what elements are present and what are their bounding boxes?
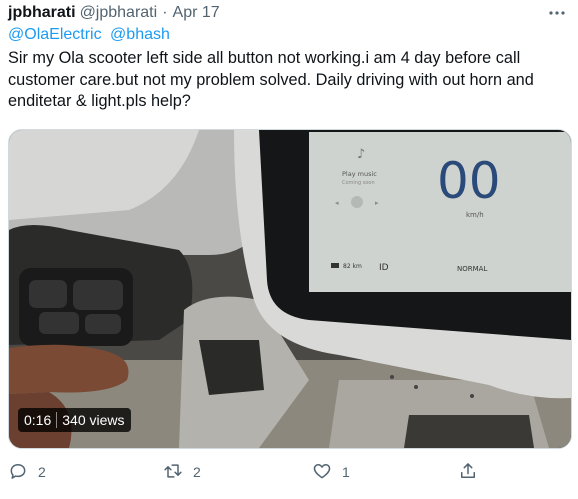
badge-divider (56, 412, 58, 428)
video-views: 340 views (62, 412, 125, 428)
video-frame: ♪ Play music Coming soon ◂ ▸ 00 km/h 82 … (9, 130, 571, 448)
range-readout: 82 km (343, 263, 362, 270)
more-icon[interactable] (546, 2, 568, 24)
like-button[interactable]: 1 (312, 458, 350, 486)
header-separator: · (162, 4, 168, 21)
like-icon (312, 461, 332, 484)
retweet-count: 2 (193, 464, 201, 480)
speed-unit: km/h (466, 211, 484, 219)
mention-link[interactable]: @OlaElectric (8, 26, 102, 43)
share-icon (458, 461, 478, 484)
tweet-date[interactable]: Apr 17 (173, 4, 220, 22)
music-sublabel: Coming soon (342, 180, 375, 186)
share-button[interactable] (458, 458, 478, 486)
like-count: 1 (342, 464, 350, 480)
drive-mode: NORMAL (457, 265, 487, 273)
svg-text:ID: ID (379, 263, 389, 273)
video-duration: 0:16 (24, 412, 52, 428)
svg-text:▸: ▸ (375, 200, 379, 207)
author-name[interactable]: jpbharati (8, 4, 76, 22)
speed-readout: 00 (437, 152, 501, 210)
retweet-icon (163, 461, 183, 484)
author-handle[interactable]: @jpbharati (80, 4, 158, 22)
mentions: @OlaElectric @bhash (8, 26, 174, 44)
mention-link[interactable]: @bhash (110, 26, 170, 43)
tweet-text: Sir my Ola scooter left side all button … (8, 49, 534, 110)
video-player[interactable]: ♪ Play music Coming soon ◂ ▸ 00 km/h 82 … (8, 129, 572, 449)
action-bar: 2 2 1 (8, 458, 570, 486)
video-badge: 0:16 340 views (18, 408, 131, 432)
reply-count: 2 (38, 464, 46, 480)
retweet-button[interactable]: 2 (163, 458, 201, 486)
tweet-header: jpbharati @jpbharati · Apr 17 (8, 2, 570, 24)
music-label: Play music (342, 170, 377, 178)
reply-icon (8, 461, 28, 484)
reply-button[interactable]: 2 (8, 458, 46, 486)
svg-text:♪: ♪ (357, 147, 365, 162)
svg-text:◂: ◂ (335, 200, 339, 207)
